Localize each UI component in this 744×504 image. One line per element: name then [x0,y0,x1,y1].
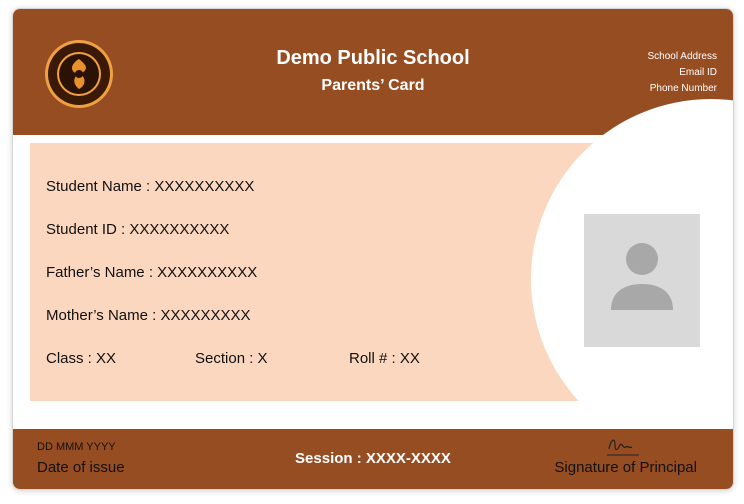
roll-field: Roll # : XX [349,350,420,367]
parents-id-card: Demo Public School Parents’ Card School … [12,8,734,490]
signature-icon [607,439,639,456]
card-header: Demo Public School Parents’ Card School … [13,9,733,135]
section-field: Section : X [195,350,268,367]
class-field: Class : XX [46,350,117,367]
student-id-field: Student ID : XXXXXXXXXX [46,221,230,238]
mother-name-field: Mother’s Name : XXXXXXXXX [46,307,251,324]
principal-signature-label: Signature of Principal [554,459,697,476]
school-email: Email ID [679,67,717,78]
user-avatar-placeholder-icon [611,243,673,310]
school-address: School Address [647,51,718,62]
student-photo [584,214,700,347]
school-name: Demo Public School [276,47,470,69]
school-phone: Phone Number [649,83,717,94]
student-name-field: Student Name : XXXXXXXXXX [46,178,255,195]
father-name-field: Father’s Name : XXXXXXXXXX [46,264,258,281]
school-contact: School Address Email ID Phone Number [648,49,718,97]
card-footer: DD MMM YYYY Date of issue Session : XXXX… [13,429,733,489]
card-type: Parents’ Card [321,77,425,94]
